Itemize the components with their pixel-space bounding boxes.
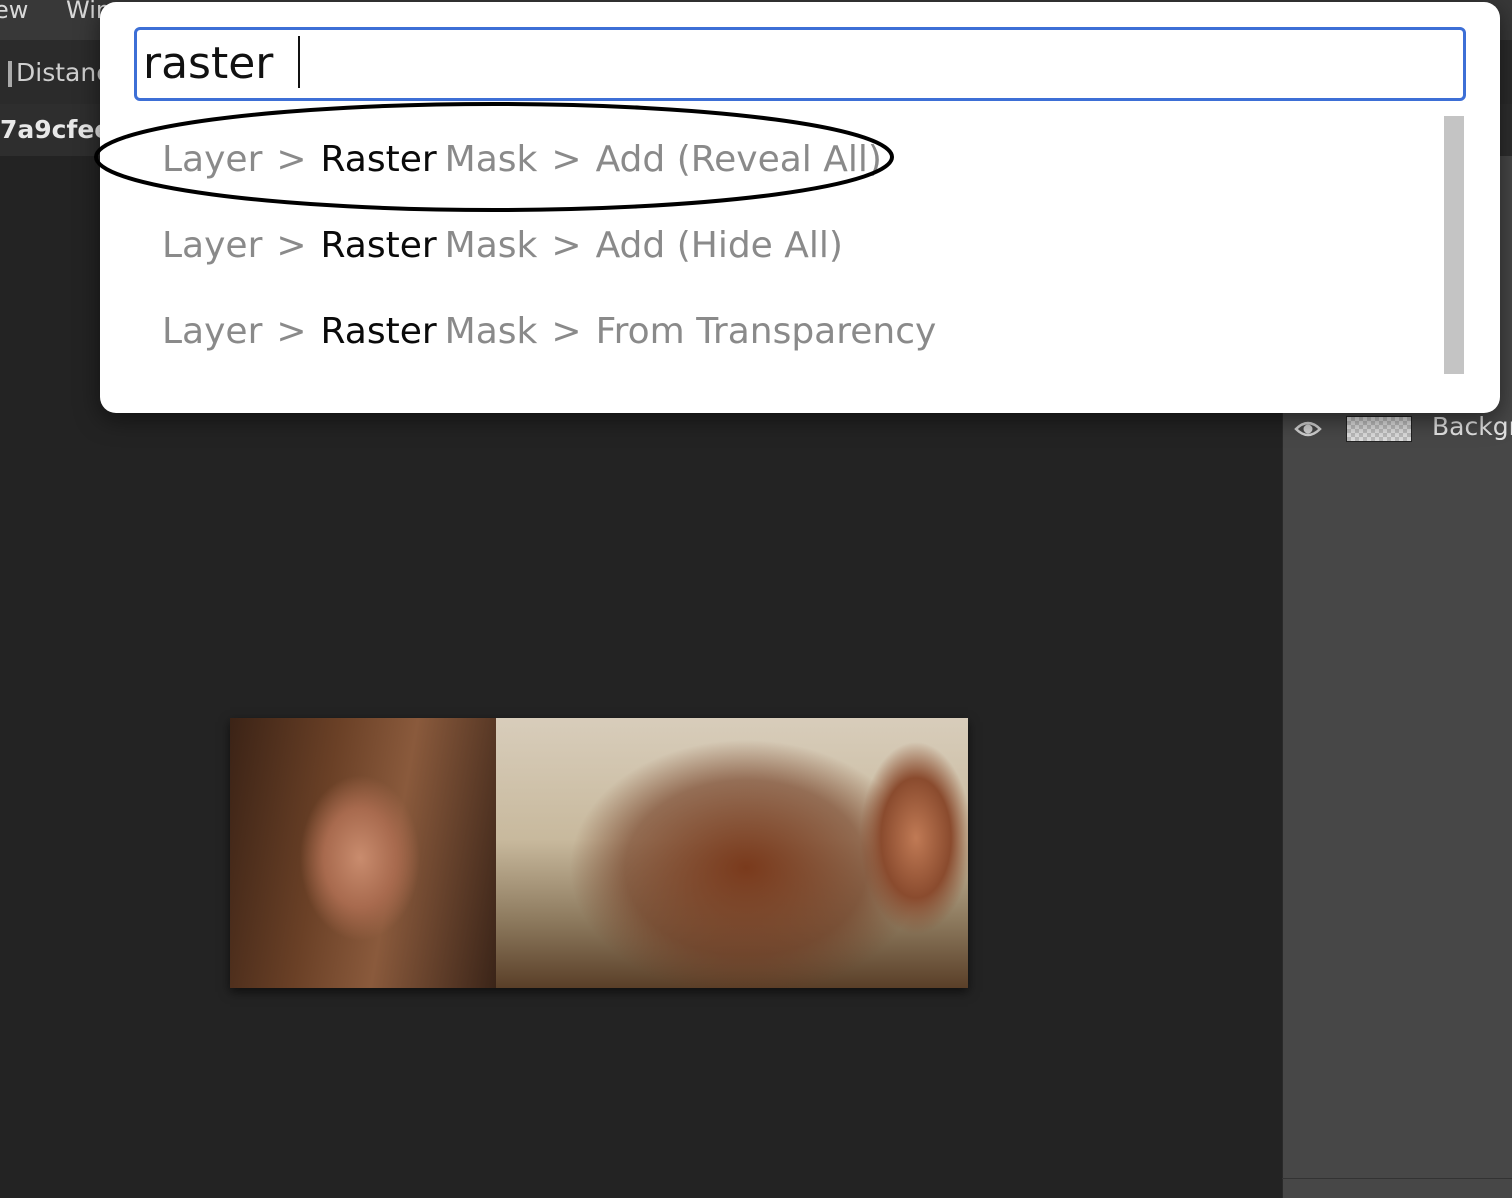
search-input[interactable] (143, 32, 1443, 94)
document-canvas-image[interactable] (230, 718, 968, 988)
distance-option[interactable]: Distanc (8, 58, 110, 87)
result-path-part: Layer (162, 225, 263, 266)
layer-row[interactable]: Backgr (1282, 410, 1512, 450)
layer-thumbnail (1346, 416, 1412, 442)
result-match-text: Raster (320, 139, 437, 180)
result-path-part: Mask (444, 225, 538, 266)
panel-divider (1282, 1178, 1512, 1179)
eye-icon[interactable] (1294, 416, 1322, 442)
result-path-part: Add (Hide All) (595, 225, 843, 266)
text-caret (298, 36, 300, 88)
path-separator: > (551, 225, 582, 266)
photo-right-portrait (496, 718, 968, 988)
result-path-part: Mask (444, 311, 538, 352)
path-separator: > (551, 139, 582, 180)
path-separator: > (551, 311, 582, 352)
path-separator: > (276, 311, 307, 352)
result-path-part: Layer (162, 139, 263, 180)
result-path-part: Add (Reveal All) (595, 139, 882, 180)
search-box (134, 27, 1466, 101)
distance-label: Distanc (16, 58, 110, 87)
result-path-part: Layer (162, 311, 263, 352)
result-match-text: Raster (320, 311, 437, 352)
result-path-part: Mask (444, 139, 538, 180)
result-item[interactable]: Layer > Raster Mask > From Transparency (162, 302, 936, 362)
result-match-text: Raster (320, 225, 437, 266)
results-scrollbar[interactable] (1444, 116, 1464, 374)
photo-left-portrait (230, 718, 496, 988)
layer-name: Backgr (1432, 412, 1512, 441)
path-separator: > (276, 225, 307, 266)
result-path-part: From Transparency (595, 311, 937, 352)
checkbox[interactable] (8, 61, 12, 87)
result-item[interactable]: Layer > Raster Mask > Add (Reveal All) (162, 130, 882, 190)
menu-view[interactable]: ew (0, 0, 28, 24)
result-item[interactable]: Layer > Raster Mask > Add (Hide All) (162, 216, 843, 276)
command-search-popup: Layer>RasterMask>Add (Reveal All) Layer>… (94, 2, 1500, 413)
path-separator: > (276, 139, 307, 180)
